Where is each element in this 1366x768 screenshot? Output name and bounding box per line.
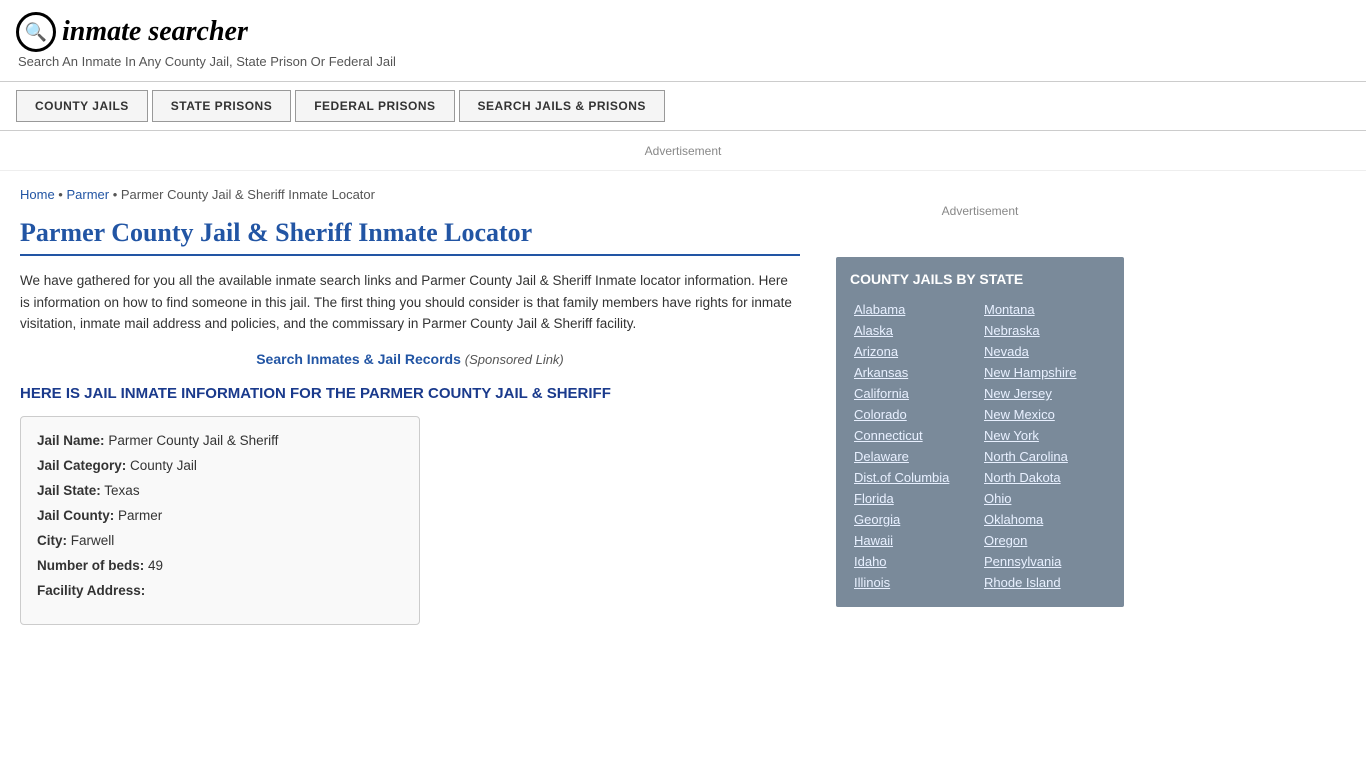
state-prisons-nav-btn[interactable]: STATE PRISONS <box>152 90 291 122</box>
state-link[interactable]: New Jersey <box>980 383 1110 404</box>
jail-name-row: Jail Name: Parmer County Jail & Sheriff <box>37 433 403 448</box>
page-title: Parmer County Jail & Sheriff Inmate Loca… <box>20 218 800 256</box>
right-col: MontanaNebraskaNevadaNew HampshireNew Je… <box>980 299 1110 593</box>
state-link[interactable]: Pennsylvania <box>980 551 1110 572</box>
ad-banner: Advertisement <box>0 131 1366 171</box>
jail-county-row: Jail County: Parmer <box>37 508 403 523</box>
sidebar-ad: Advertisement <box>836 181 1124 241</box>
state-link[interactable]: Oregon <box>980 530 1110 551</box>
jail-address-label: Facility Address: <box>37 583 145 598</box>
content-area: Home • Parmer • Parmer County Jail & She… <box>0 171 820 641</box>
state-link[interactable]: Alaska <box>850 320 980 341</box>
state-link[interactable]: Nevada <box>980 341 1110 362</box>
ad-banner-label: Advertisement <box>645 144 722 158</box>
jail-city-row: City: Farwell <box>37 533 403 548</box>
breadcrumb-parmer[interactable]: Parmer <box>66 187 109 202</box>
breadcrumb-sep2: • <box>109 187 121 202</box>
main-nav: COUNTY JAILS STATE PRISONS FEDERAL PRISO… <box>0 81 1366 131</box>
jail-category-row: Jail Category: County Jail <box>37 458 403 473</box>
state-link[interactable]: Montana <box>980 299 1110 320</box>
search-inmates-link[interactable]: Search Inmates & Jail Records <box>256 351 461 367</box>
county-jails-nav-btn[interactable]: COUNTY JAILS <box>16 90 148 122</box>
jail-category-value: County Jail <box>130 458 197 473</box>
jail-category-label: Jail Category: <box>37 458 126 473</box>
state-link[interactable]: Dist.of Columbia <box>850 467 980 488</box>
breadcrumb: Home • Parmer • Parmer County Jail & She… <box>20 187 800 202</box>
state-link[interactable]: Alabama <box>850 299 980 320</box>
jail-beds-value: 49 <box>148 558 163 573</box>
state-link[interactable]: Arizona <box>850 341 980 362</box>
info-box-header: HERE IS JAIL INMATE INFORMATION FOR THE … <box>20 385 800 402</box>
search-link-area: Search Inmates & Jail Records (Sponsored… <box>20 351 800 367</box>
breadcrumb-sep1: • <box>55 187 67 202</box>
logo-icon: 🔍 <box>16 12 56 52</box>
jail-beds-label: Number of beds: <box>37 558 144 573</box>
state-link[interactable]: California <box>850 383 980 404</box>
jail-state-row: Jail State: Texas <box>37 483 403 498</box>
state-link[interactable]: Hawaii <box>850 530 980 551</box>
state-box: COUNTY JAILS BY STATE AlabamaAlaskaArizo… <box>836 257 1124 607</box>
jail-state-label: Jail State: <box>37 483 101 498</box>
jail-address-row: Facility Address: <box>37 583 403 598</box>
jail-city-label: City: <box>37 533 67 548</box>
tagline: Search An Inmate In Any County Jail, Sta… <box>16 54 1350 69</box>
jail-county-value: Parmer <box>118 508 162 523</box>
breadcrumb-home[interactable]: Home <box>20 187 55 202</box>
jail-name-value: Parmer County Jail & Sheriff <box>108 433 278 448</box>
logo-area: 🔍 inmate searcher <box>16 12 1350 52</box>
jail-state-value: Texas <box>104 483 139 498</box>
site-header: 🔍 inmate searcher Search An Inmate In An… <box>0 0 1366 77</box>
description: We have gathered for you all the availab… <box>20 270 800 335</box>
state-link[interactable]: Illinois <box>850 572 980 593</box>
state-link[interactable]: Oklahoma <box>980 509 1110 530</box>
jail-county-label: Jail County: <box>37 508 114 523</box>
jail-beds-row: Number of beds: 49 <box>37 558 403 573</box>
left-col: AlabamaAlaskaArizonaArkansasCaliforniaCo… <box>850 299 980 593</box>
logo-text: inmate searcher <box>62 16 248 48</box>
jail-city-value: Farwell <box>71 533 115 548</box>
state-link[interactable]: Nebraska <box>980 320 1110 341</box>
federal-prisons-nav-btn[interactable]: FEDERAL PRISONS <box>295 90 454 122</box>
state-link[interactable]: New Hampshire <box>980 362 1110 383</box>
state-link[interactable]: New York <box>980 425 1110 446</box>
state-link[interactable]: Rhode Island <box>980 572 1110 593</box>
jail-info-card: Jail Name: Parmer County Jail & Sheriff … <box>20 416 420 625</box>
sidebar: Advertisement COUNTY JAILS BY STATE Alab… <box>820 171 1140 641</box>
main-layout: Home • Parmer • Parmer County Jail & She… <box>0 171 1366 641</box>
state-columns: AlabamaAlaskaArizonaArkansasCaliforniaCo… <box>850 299 1110 593</box>
state-link[interactable]: Georgia <box>850 509 980 530</box>
state-link[interactable]: New Mexico <box>980 404 1110 425</box>
state-link[interactable]: Florida <box>850 488 980 509</box>
state-box-title: COUNTY JAILS BY STATE <box>850 271 1110 287</box>
breadcrumb-current: Parmer County Jail & Sheriff Inmate Loca… <box>121 187 375 202</box>
state-link[interactable]: Colorado <box>850 404 980 425</box>
jail-name-label: Jail Name: <box>37 433 105 448</box>
sponsored-text: (Sponsored Link) <box>465 352 564 367</box>
state-link[interactable]: Ohio <box>980 488 1110 509</box>
state-link[interactable]: Arkansas <box>850 362 980 383</box>
state-link[interactable]: Idaho <box>850 551 980 572</box>
state-link[interactable]: North Carolina <box>980 446 1110 467</box>
state-link[interactable]: Connecticut <box>850 425 980 446</box>
state-link[interactable]: North Dakota <box>980 467 1110 488</box>
sidebar-ad-label: Advertisement <box>942 204 1019 218</box>
search-jails-nav-btn[interactable]: SEARCH JAILS & PRISONS <box>459 90 665 122</box>
state-link[interactable]: Delaware <box>850 446 980 467</box>
